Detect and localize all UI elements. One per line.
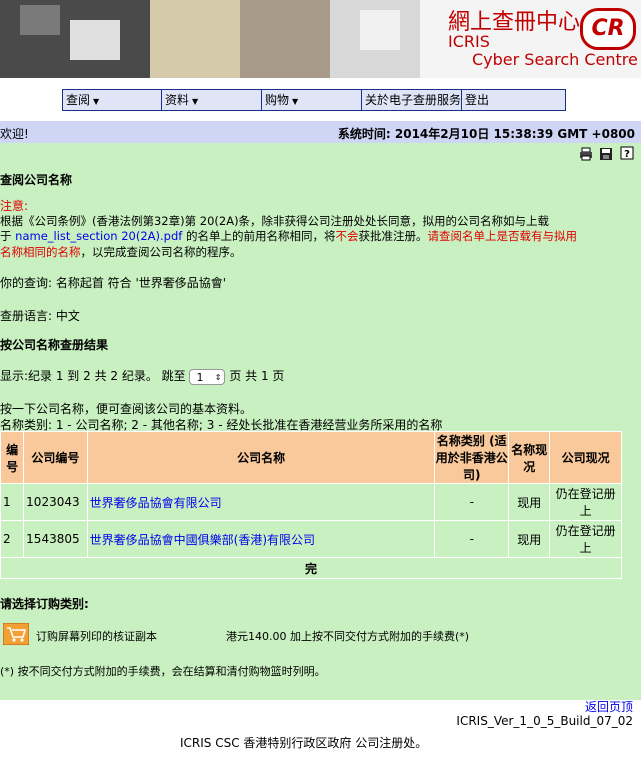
table-end: 完	[0, 557, 622, 579]
print-icon[interactable]	[579, 147, 593, 161]
chevron-down-icon: ▼	[292, 97, 299, 106]
notice-end: ，以完成查阅公司名称的程序。	[80, 245, 242, 259]
order-item-label: 订购屏幕列印的核证副本	[36, 630, 157, 643]
order-price: 港元140.00 加上按不同交付方式附加的手续费(*)	[226, 630, 470, 643]
footer-org: ICRIS CSC 香港特别行政区政府 公司注册处。	[180, 736, 428, 750]
notice-line3: 名称相同的名称，以完成查阅公司名称的程序。	[0, 244, 242, 260]
menu-info-label: 资料	[165, 93, 190, 107]
instruction-1: 按一下公司名称，便可查阅该公司的基本资料。	[0, 402, 253, 416]
query-text: 你的查询: 名称起首 符合 '世界奢侈品協會'	[0, 276, 227, 290]
results-title: 按公司名称查册结果	[0, 338, 109, 352]
menu-about-label: 关於电子查册服务	[365, 93, 462, 107]
table-row: 2 1543805 世界奢侈品協會中國俱樂部(香港)有限公司 - 现用 仍在登记…	[0, 520, 622, 558]
menu-bar: 查阅 ▼ 资料 ▼ 购物 ▼ 关於电子查册服务 登出	[62, 89, 566, 111]
header-company-name: 公司名称	[86, 431, 436, 484]
header-name-status: 名称现况	[508, 431, 551, 484]
header-company-no: 公司编号	[23, 431, 88, 484]
notice-mid: 的名单上的前用名称相同，将	[185, 229, 336, 243]
build-version: ICRIS_Ver_1_0_5_Build_07_02	[456, 714, 633, 728]
cell-name-type: -	[434, 520, 510, 558]
cell-no: 1	[0, 483, 25, 521]
status-bar: 欢迎! 系统时间: 2014年2月10日 15:38:39 GMT +0800	[0, 121, 641, 143]
banner-title-en2: Cyber Search Centre	[472, 50, 638, 69]
svg-text:?: ?	[624, 149, 630, 160]
cell-no: 2	[0, 520, 25, 558]
notice-red-1: 请查阅名单上是否载有与拟用	[427, 229, 577, 243]
page-suffix: 页 共 1 页	[229, 369, 285, 383]
query-language: 查册语言: 中文	[0, 309, 80, 323]
cell-company-status: 仍在登记册上	[549, 520, 622, 558]
back-to-top-link[interactable]: 返回页顶	[585, 698, 633, 715]
header-no: 编号	[0, 431, 25, 484]
order-title: 请选择订购类别:	[0, 597, 89, 611]
cell-name-status: 现用	[508, 483, 551, 521]
notice-pre: 于	[0, 229, 12, 243]
notice-line2: 于 name_list_section 20(2A).pdf 的名单上的前用名称…	[0, 228, 577, 244]
menu-about[interactable]: 关於电子查册服务	[362, 90, 462, 110]
banner: 網上查冊中心 ICRIS Cyber Search Centre CR	[0, 0, 641, 78]
chevron-down-icon: ▼	[93, 97, 100, 106]
cell-name-status: 现用	[508, 520, 551, 558]
welcome-text: 欢迎!	[0, 127, 29, 141]
page-select[interactable]: 1 ⇕	[189, 368, 226, 385]
save-icon[interactable]	[599, 147, 613, 161]
notice-line1: 根据《公司条例》(香港法例第32章)第 20(2A)条，除非获得公司注册处处长同…	[0, 214, 550, 228]
notice-label: 注意:	[0, 199, 29, 213]
menu-search-label: 查阅	[66, 93, 91, 107]
cr-logo: CR	[580, 8, 636, 50]
system-time: 系统时间: 2014年2月10日 15:38:39 GMT +0800	[337, 127, 635, 141]
cell-name-type: -	[434, 483, 510, 521]
record-text: 显示:纪录 1 到 2 共 2 纪录。 跳至	[0, 369, 186, 383]
chevron-updown-icon: ⇕	[214, 372, 222, 382]
cell-company-status: 仍在登记册上	[549, 483, 622, 521]
footnote: (*) 按不同交付方式附加的手续费，会在结算和清付购物篮时列明。	[0, 665, 326, 678]
page-heading: 查阅公司名称	[0, 173, 73, 187]
shopping-cart-icon[interactable]	[3, 623, 29, 645]
notice-bad: 不会	[335, 229, 359, 243]
menu-logout[interactable]: 登出	[462, 90, 563, 110]
banner-title-en1: ICRIS	[448, 32, 490, 51]
cell-company-no: 1023043	[23, 483, 88, 521]
name-list-pdf-link[interactable]: name_list_section 20(2A).pdf	[15, 229, 182, 243]
menu-info[interactable]: 资料 ▼	[162, 90, 262, 110]
record-info: 显示:纪录 1 到 2 共 2 纪录。 跳至 1 ⇕ 页 共 1 页	[0, 367, 284, 385]
help-icon[interactable]: ?	[620, 146, 634, 160]
notice-post: 获批准注册。	[358, 229, 428, 243]
header-company-status: 公司现况	[549, 431, 622, 484]
notice-red-2: 名称相同的名称	[0, 245, 81, 259]
menu-shopping[interactable]: 购物 ▼	[262, 90, 362, 110]
page-select-value: 1	[196, 370, 204, 384]
company-name-link[interactable]: 世界奢侈品協會有限公司	[86, 483, 436, 521]
company-name-link[interactable]: 世界奢侈品協會中國俱樂部(香港)有限公司	[86, 520, 436, 558]
header-name-type: 名称类别 (适用於非香港公司)	[434, 431, 510, 484]
main-content: ? 查阅公司名称 注意: 根据《公司条例》(香港法例第32章)第 20(2A)条…	[0, 143, 641, 700]
table-row: 1 1023043 世界奢侈品協會有限公司 - 现用 仍在登记册上	[0, 483, 622, 521]
results-table: 编号 公司编号 公司名称 名称类别 (适用於非香港公司) 名称现况 公司现况 1…	[0, 431, 622, 579]
table-header-row: 编号 公司编号 公司名称 名称类别 (适用於非香港公司) 名称现况 公司现况	[0, 431, 622, 484]
cell-company-no: 1543805	[23, 520, 88, 558]
menu-search[interactable]: 查阅 ▼	[63, 90, 162, 110]
table-end-row: 完	[0, 557, 622, 579]
menu-shopping-label: 购物	[265, 93, 290, 107]
footer: 返回页顶 ICRIS_Ver_1_0_5_Build_07_02 ICRIS C…	[0, 700, 641, 757]
chevron-down-icon: ▼	[192, 97, 199, 106]
menu-logout-label: 登出	[465, 93, 490, 107]
